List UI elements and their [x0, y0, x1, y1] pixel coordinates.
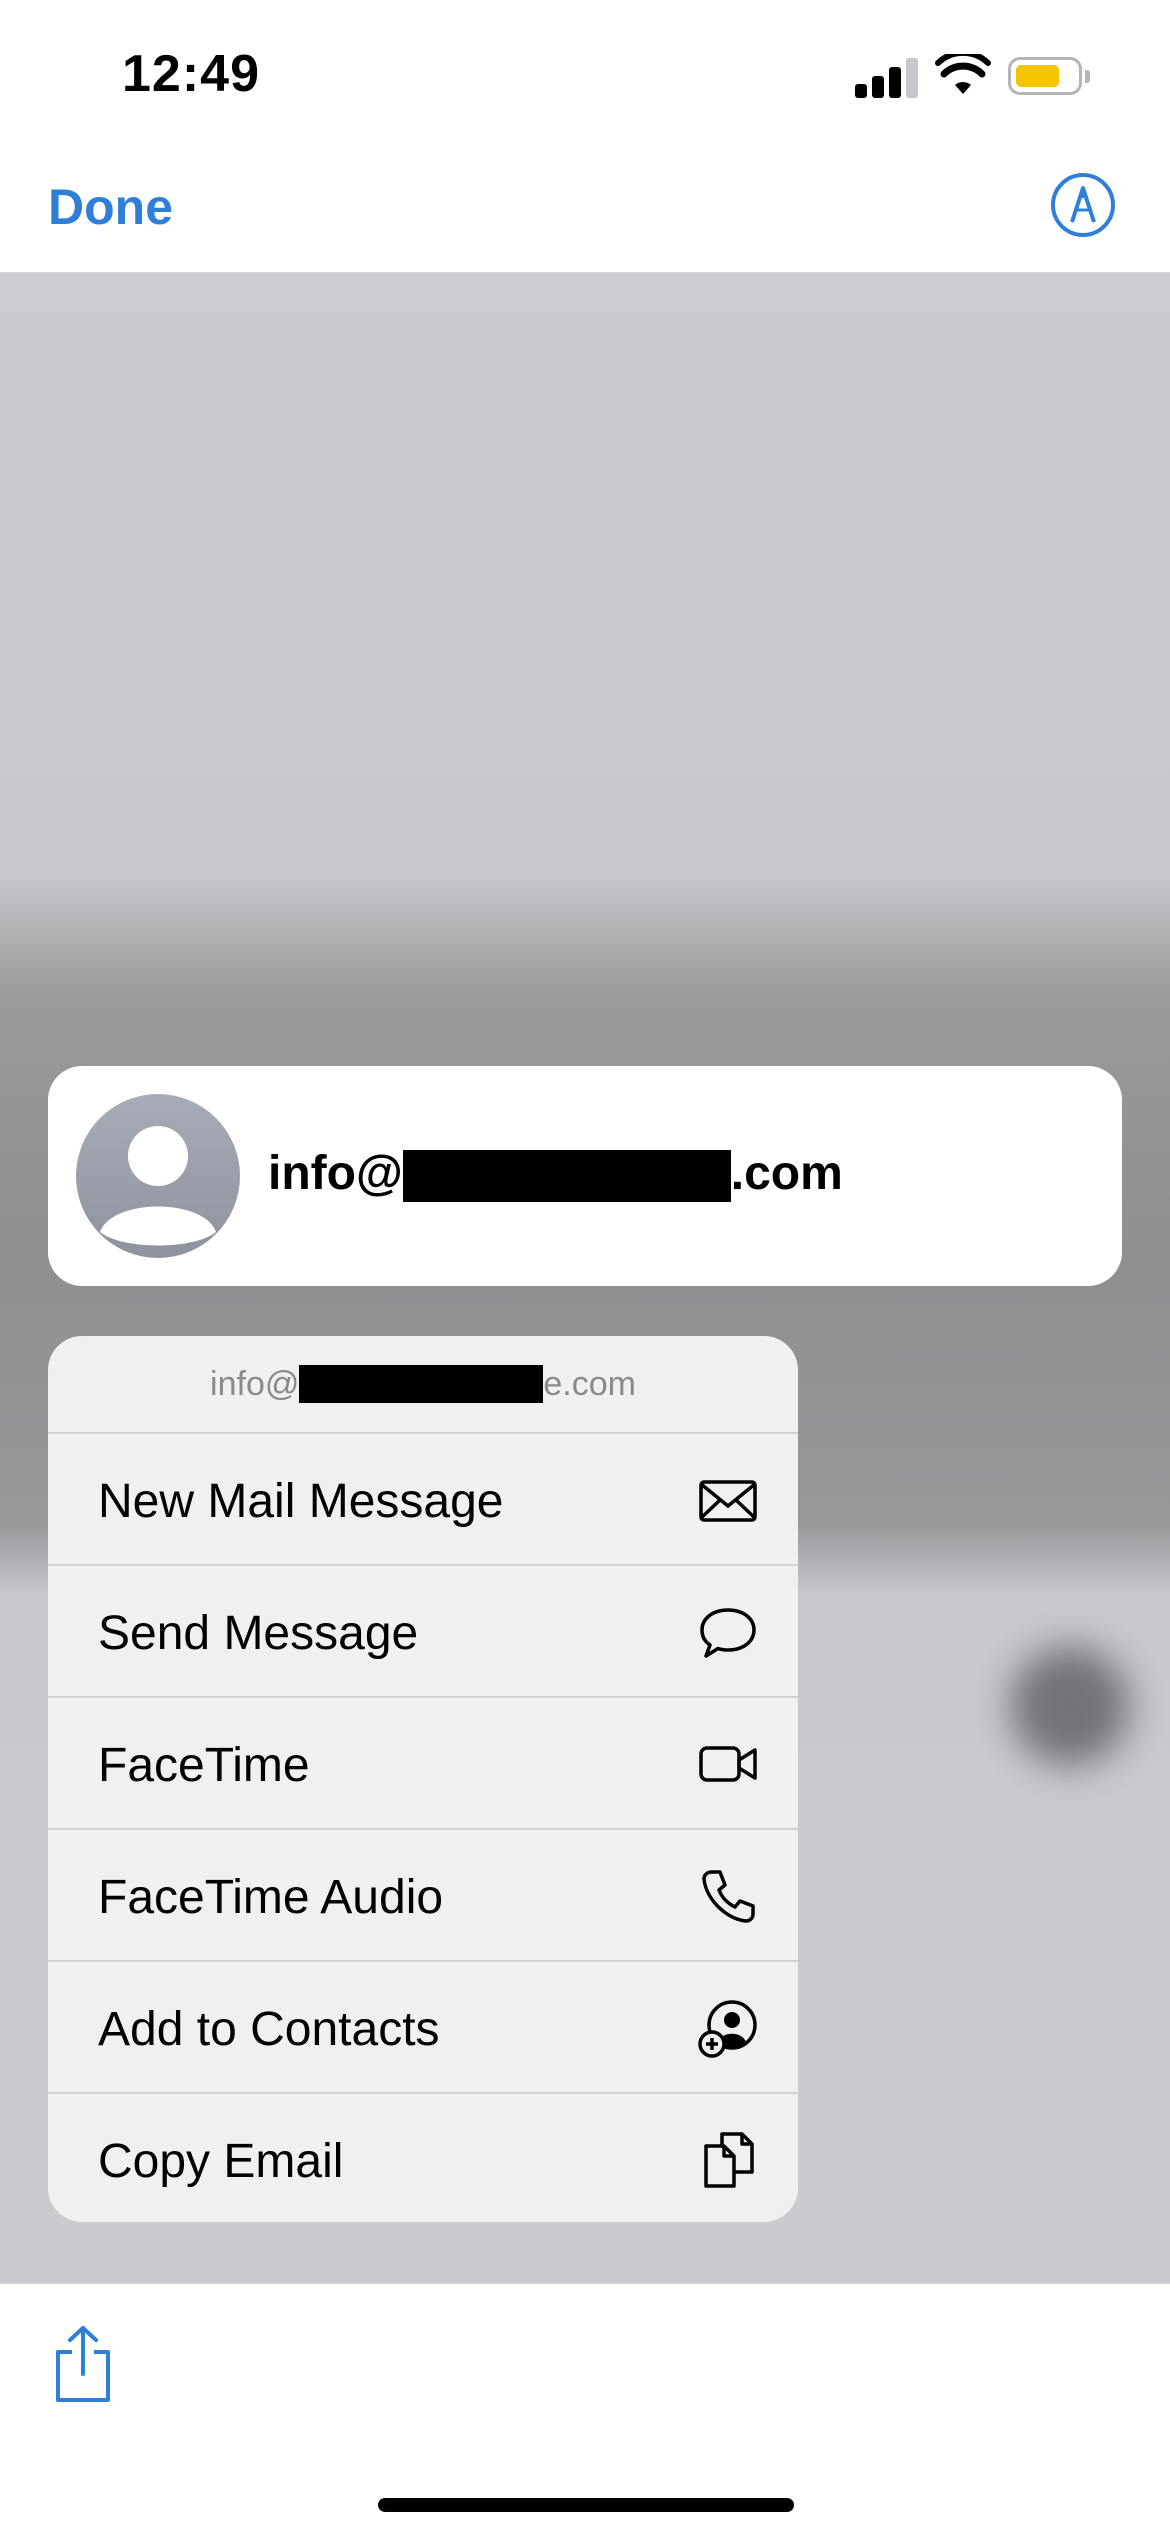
menu-item-copy-email[interactable]: Copy Email	[48, 2094, 798, 2222]
menu-item-label: FaceTime	[98, 1739, 310, 1792]
blurred-shape	[1010, 1646, 1130, 1766]
battery-icon	[1008, 57, 1090, 95]
add-contact-icon	[698, 2000, 757, 2058]
share-icon[interactable]	[52, 2324, 114, 2404]
menu-item-label: FaceTime Audio	[98, 1871, 444, 1924]
video-camera-icon	[699, 1746, 757, 1782]
contact-email-suffix: .com	[730, 1147, 843, 1200]
menu-item-send-message[interactable]: Send Message	[48, 1566, 798, 1698]
menu-header: info@ e.com	[48, 1336, 798, 1434]
done-button[interactable]: Done	[48, 178, 173, 236]
menu-header-prefix: info@	[210, 1364, 300, 1403]
signal-icon	[855, 58, 918, 98]
chat-bubble-icon	[700, 1608, 756, 1658]
redaction-bar	[402, 1150, 731, 1203]
phone-icon	[702, 1870, 755, 1923]
contact-email: info@ .com	[268, 1146, 843, 1203]
person-silhouette-icon	[76, 1094, 240, 1258]
menu-item-facetime[interactable]: FaceTime	[48, 1698, 798, 1830]
nav-bar: Done	[0, 150, 1170, 274]
contact-email-prefix: info@	[268, 1147, 403, 1200]
menu-item-add-to-contacts[interactable]: Add to Contacts	[48, 1962, 798, 2094]
wifi-icon	[935, 54, 991, 94]
menu-item-new-mail-message[interactable]: New Mail Message	[48, 1434, 798, 1566]
copy-documents-icon	[704, 2132, 754, 2188]
menu-item-label: Add to Contacts	[98, 2003, 440, 2056]
contact-card: info@ .com	[48, 1066, 1122, 1286]
status-time: 12:49	[122, 45, 260, 103]
bottom-toolbar	[0, 2282, 1170, 2534]
menu-item-facetime-audio[interactable]: FaceTime Audio	[48, 1830, 798, 1962]
markup-pen-icon[interactable]	[1050, 172, 1116, 238]
menu-header-suffix: e.com	[543, 1364, 636, 1403]
context-menu: info@ e.com New Mail Message Send Message…	[48, 1336, 798, 2222]
status-bar: 12:49	[0, 0, 1170, 150]
menu-item-label: New Mail Message	[98, 1475, 504, 1528]
home-indicator	[378, 2498, 794, 2512]
menu-item-label: Send Message	[98, 1607, 419, 1660]
menu-item-label: Copy Email	[98, 2135, 344, 2188]
envelope-icon	[699, 1480, 757, 1522]
redaction-bar	[299, 1365, 544, 1403]
